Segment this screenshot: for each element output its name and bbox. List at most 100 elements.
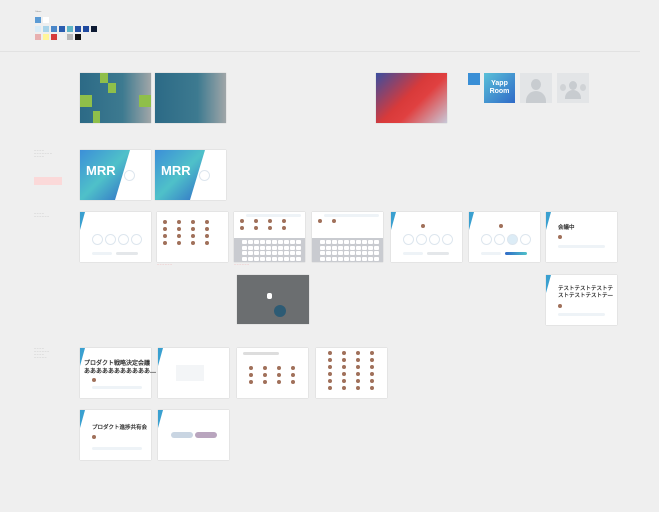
member-avatar[interactable] <box>163 241 167 245</box>
keyboard-key[interactable] <box>248 256 253 261</box>
keyboard-key[interactable] <box>242 245 247 250</box>
keyboard-key[interactable] <box>374 251 379 255</box>
member-avatar[interactable] <box>240 226 244 230</box>
member-avatar[interactable] <box>370 372 374 376</box>
keyboard-key[interactable] <box>296 256 301 261</box>
member-avatar[interactable] <box>370 358 374 362</box>
keyboard-key[interactable] <box>266 245 271 250</box>
keyboard-key[interactable] <box>254 245 259 250</box>
member-avatar[interactable] <box>177 234 181 238</box>
artboard-keyboard-2[interactable] <box>312 212 383 262</box>
member-avatar[interactable] <box>268 219 272 223</box>
member-avatar[interactable] <box>263 366 267 370</box>
member-avatar[interactable] <box>356 379 360 383</box>
color-swatch[interactable] <box>35 26 41 32</box>
member-avatar[interactable] <box>263 380 267 384</box>
member-avatar[interactable] <box>370 351 374 355</box>
keyboard-key[interactable] <box>344 245 349 250</box>
member-avatar[interactable] <box>318 219 322 223</box>
member-avatar[interactable] <box>342 372 346 376</box>
keyboard-key[interactable] <box>356 245 361 250</box>
keyboard-key[interactable] <box>320 251 325 255</box>
keyboard-key[interactable] <box>338 245 343 250</box>
keyboard-key[interactable] <box>338 240 343 244</box>
member-avatar[interactable] <box>191 220 195 224</box>
member-avatar[interactable] <box>163 234 167 238</box>
color-swatch[interactable] <box>51 26 57 32</box>
keyboard-key[interactable] <box>368 245 373 250</box>
keyboard-key[interactable] <box>248 240 253 244</box>
color-swatch[interactable] <box>43 26 49 32</box>
keyboard-key[interactable] <box>260 251 265 255</box>
member-avatar[interactable] <box>240 219 244 223</box>
member-avatar[interactable] <box>268 226 272 230</box>
artboard-member-list[interactable] <box>157 212 228 262</box>
member-avatar[interactable] <box>328 351 332 355</box>
keyboard-key[interactable] <box>332 256 337 261</box>
member-avatar[interactable] <box>177 220 181 224</box>
keyboard-key[interactable] <box>356 240 361 244</box>
keyboard-key[interactable] <box>332 251 337 255</box>
member-avatar[interactable] <box>356 351 360 355</box>
artboard-select-room[interactable] <box>158 410 229 460</box>
color-swatch[interactable] <box>35 17 41 23</box>
member-avatar[interactable] <box>342 379 346 383</box>
member-avatar[interactable] <box>370 386 374 390</box>
artboard-keyboard-1[interactable] <box>234 212 305 262</box>
keyboard-key[interactable] <box>374 256 379 261</box>
artboard-meeting[interactable]: 会議中 <box>546 212 617 262</box>
member-avatar[interactable] <box>291 373 295 377</box>
keyboard-key[interactable] <box>326 256 331 261</box>
artboard-meeting-detail[interactable] <box>158 348 229 398</box>
keyboard-key[interactable] <box>278 256 283 261</box>
keyboard-key[interactable] <box>344 251 349 255</box>
member-avatar[interactable] <box>249 366 253 370</box>
keyboard-key[interactable] <box>248 251 253 255</box>
member-avatar[interactable] <box>370 365 374 369</box>
artboard-progress-meeting[interactable]: プロダクト進捗共有会 <box>80 410 151 460</box>
keyboard-key[interactable] <box>290 245 295 250</box>
keyboard-key[interactable] <box>344 256 349 261</box>
member-avatar[interactable] <box>163 220 167 224</box>
artboard-mrr-2[interactable]: MRR <box>155 150 226 200</box>
member-avatar[interactable] <box>328 372 332 376</box>
member-avatar[interactable] <box>163 227 167 231</box>
keyboard-key[interactable] <box>338 251 343 255</box>
member-avatar[interactable] <box>205 234 209 238</box>
keyboard-key[interactable] <box>362 245 367 250</box>
keyboard-key[interactable] <box>362 240 367 244</box>
color-swatch[interactable] <box>43 17 49 23</box>
color-swatch[interactable] <box>75 34 81 40</box>
member-avatar[interactable] <box>277 373 281 377</box>
member-avatar[interactable] <box>254 226 258 230</box>
keyboard-key[interactable] <box>290 240 295 244</box>
keyboard-key[interactable] <box>368 251 373 255</box>
artboard-select-time[interactable] <box>80 212 151 262</box>
keyboard-key[interactable] <box>254 256 259 261</box>
keyboard-key[interactable] <box>272 251 277 255</box>
keyboard-key[interactable] <box>350 240 355 244</box>
keyboard-key[interactable] <box>278 245 283 250</box>
keyboard-key[interactable] <box>290 256 295 261</box>
color-swatch[interactable] <box>91 26 97 32</box>
member-avatar[interactable] <box>191 234 195 238</box>
keyboard-key[interactable] <box>254 251 259 255</box>
member-avatar[interactable] <box>191 241 195 245</box>
keyboard-key[interactable] <box>350 251 355 255</box>
keyboard-key[interactable] <box>320 256 325 261</box>
keyboard-key[interactable] <box>266 251 271 255</box>
keyboard-key[interactable] <box>296 251 301 255</box>
artboard-strategy-meeting[interactable]: プロダクト戦略決定会議 あああああああああああ… <box>80 348 156 398</box>
keyboard-key[interactable] <box>356 256 361 261</box>
keyboard-key[interactable] <box>350 256 355 261</box>
keyboard-key[interactable] <box>368 240 373 244</box>
artboard-select-time-2[interactable] <box>391 212 462 262</box>
member-avatar[interactable] <box>356 358 360 362</box>
keyboard-key[interactable] <box>260 245 265 250</box>
keyboard-key[interactable] <box>260 240 265 244</box>
keyboard-key[interactable] <box>284 245 289 250</box>
keyboard-key[interactable] <box>242 251 247 255</box>
keyboard-key[interactable] <box>248 245 253 250</box>
member-avatar[interactable] <box>291 380 295 384</box>
keyboard-key[interactable] <box>272 240 277 244</box>
